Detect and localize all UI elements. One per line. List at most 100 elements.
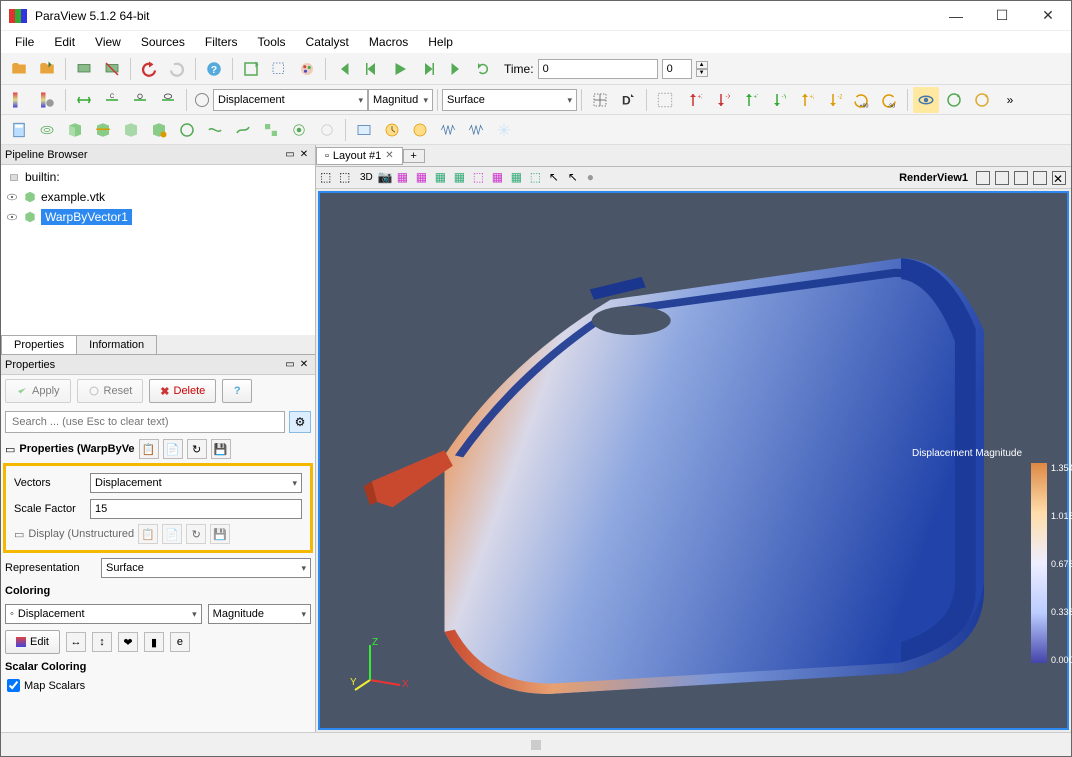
colormap-preset-icon[interactable]: ❤ (118, 632, 138, 652)
refresh2-icon[interactable] (969, 87, 995, 113)
paste-icon[interactable]: 📄 (163, 439, 183, 459)
open-icon[interactable] (6, 56, 32, 82)
sel7-icon[interactable]: ▦ (511, 170, 527, 186)
reload-icon[interactable]: ↻ (187, 439, 207, 459)
add-layout-button[interactable]: + (403, 149, 425, 163)
menu-catalyst[interactable]: Catalyst (298, 33, 357, 51)
representation-combo[interactable]: Surface (442, 89, 577, 111)
section-display[interactable]: ▭Display (Unstructured 📋📄↻💾 (10, 522, 306, 546)
extract2-icon[interactable] (286, 117, 312, 143)
show-legend-icon[interactable]: ▮ (144, 632, 164, 652)
coloring-component-combo[interactable]: Magnitude (208, 604, 311, 624)
menu-edit[interactable]: Edit (46, 33, 83, 51)
rescale-custom-icon[interactable]: C (99, 87, 125, 113)
copy-icon[interactable]: 📋 (139, 439, 159, 459)
camera-icon[interactable]: 📷 (378, 170, 394, 186)
dock-icon[interactable]: ▭ (283, 148, 297, 162)
overflow-icon[interactable]: » (997, 87, 1023, 113)
layout-tab-1[interactable]: ▫ Layout #1 ✕ (316, 147, 403, 165)
apply-button[interactable]: Apply (5, 379, 71, 403)
sel6-icon[interactable]: ▦ (492, 170, 508, 186)
rescale-icon[interactable] (71, 87, 97, 113)
save-state-icon[interactable]: 💾 (211, 439, 231, 459)
axis-yneg-icon[interactable]: -Y (764, 87, 790, 113)
time-annotation-icon[interactable] (379, 117, 405, 143)
resize-handle-icon[interactable] (531, 740, 541, 750)
axis-zneg-icon[interactable]: -Z (820, 87, 846, 113)
maximize-view-icon[interactable] (1014, 171, 1028, 185)
colormap-icon[interactable] (6, 87, 32, 113)
sel1-icon[interactable]: ▦ (397, 170, 413, 186)
threshold-icon[interactable] (118, 117, 144, 143)
play-icon[interactable] (387, 56, 413, 82)
delete-button[interactable]: ✖Delete (149, 379, 216, 403)
sel3-icon[interactable]: ▦ (435, 170, 451, 186)
sel2-icon[interactable]: ▦ (416, 170, 432, 186)
vectors-combo[interactable]: Displacement (90, 473, 302, 493)
sel9-icon[interactable]: ↖ (549, 170, 565, 186)
time-value-input[interactable] (538, 59, 658, 79)
edit-colormap-button[interactable]: Edit (5, 630, 60, 654)
disconnect-icon[interactable] (99, 56, 125, 82)
menu-help[interactable]: Help (420, 33, 461, 51)
pipeline-tree[interactable]: builtin: example.vtk WarpByVector1 (1, 165, 315, 335)
time-index-input[interactable] (662, 59, 692, 79)
wave1-icon[interactable] (435, 117, 461, 143)
slice-icon[interactable] (90, 117, 116, 143)
close-tab-icon[interactable]: ✕ (385, 150, 393, 161)
prev-frame-icon[interactable] (359, 56, 385, 82)
menu-macros[interactable]: Macros (361, 33, 416, 51)
palette-icon[interactable] (294, 56, 320, 82)
save-icon[interactable] (34, 56, 60, 82)
tree-root[interactable]: builtin: (3, 167, 313, 187)
pick-icon[interactable]: ⬚ (320, 170, 336, 186)
clip-icon[interactable] (62, 117, 88, 143)
extract3-icon[interactable] (314, 117, 340, 143)
component-combo[interactable]: Magnitud (368, 89, 433, 111)
pick2-icon[interactable]: ⬚ (339, 170, 355, 186)
search-settings-icon[interactable]: ⚙ (289, 411, 311, 433)
search-input[interactable] (5, 411, 285, 433)
axis-zpos-icon[interactable]: +Z (792, 87, 818, 113)
rescale-btn-icon[interactable]: ↔ (66, 632, 86, 652)
tree-item-example[interactable]: example.vtk (3, 187, 313, 207)
sel10-icon[interactable]: ↖ (568, 170, 584, 186)
split-v-icon[interactable] (995, 171, 1009, 185)
split-h-icon[interactable] (976, 171, 990, 185)
refresh-icon[interactable] (941, 87, 967, 113)
help-icon[interactable]: ? (201, 56, 227, 82)
axis-xpos-icon[interactable]: +X (680, 87, 706, 113)
eye-icon[interactable] (913, 87, 939, 113)
3d-label[interactable]: 3D (360, 172, 373, 183)
rescale-time-icon[interactable] (127, 87, 153, 113)
menu-view[interactable]: View (87, 33, 129, 51)
rescale-visible-icon[interactable] (155, 87, 181, 113)
rotate-ccw-icon[interactable]: -90 (876, 87, 902, 113)
menu-tools[interactable]: Tools (250, 33, 294, 51)
help-button[interactable]: ? (222, 379, 252, 403)
axis-ypos-icon[interactable]: +Y (736, 87, 762, 113)
color-legend[interactable]: Displacement Magnitude 1.354e+00 1.0154 … (1031, 463, 1047, 663)
section-properties[interactable]: ▭Properties (WarpByVe 📋 📄 ↻ 💾 (1, 437, 315, 461)
next-frame-icon[interactable] (415, 56, 441, 82)
stream-icon[interactable] (202, 117, 228, 143)
reset-button[interactable]: Reset (77, 379, 144, 403)
view-xneg-icon[interactable] (652, 87, 678, 113)
time-annotation2-icon[interactable] (407, 117, 433, 143)
snowflake-icon[interactable] (491, 117, 517, 143)
loop-play-icon[interactable] (471, 56, 497, 82)
map-scalars-checkbox[interactable]: Map Scalars (1, 677, 315, 694)
scale-factor-input[interactable] (90, 499, 302, 519)
zoom-data-icon[interactable]: D (615, 87, 641, 113)
undo-icon[interactable] (136, 56, 162, 82)
coloring-field-combo[interactable]: ◦Displacement (5, 604, 202, 624)
calculator-icon[interactable] (6, 117, 32, 143)
close-panel-icon[interactable]: ✕ (297, 358, 311, 372)
axis-xneg-icon[interactable]: -X (708, 87, 734, 113)
first-frame-icon[interactable] (331, 56, 357, 82)
annotation-icon[interactable] (351, 117, 377, 143)
sel4-icon[interactable]: ▦ (454, 170, 470, 186)
render-view[interactable]: X Y Z Displacement Magnitude 1.354e+00 1… (318, 191, 1069, 730)
warp-icon[interactable] (230, 117, 256, 143)
close-button[interactable]: ✕ (1025, 1, 1071, 31)
